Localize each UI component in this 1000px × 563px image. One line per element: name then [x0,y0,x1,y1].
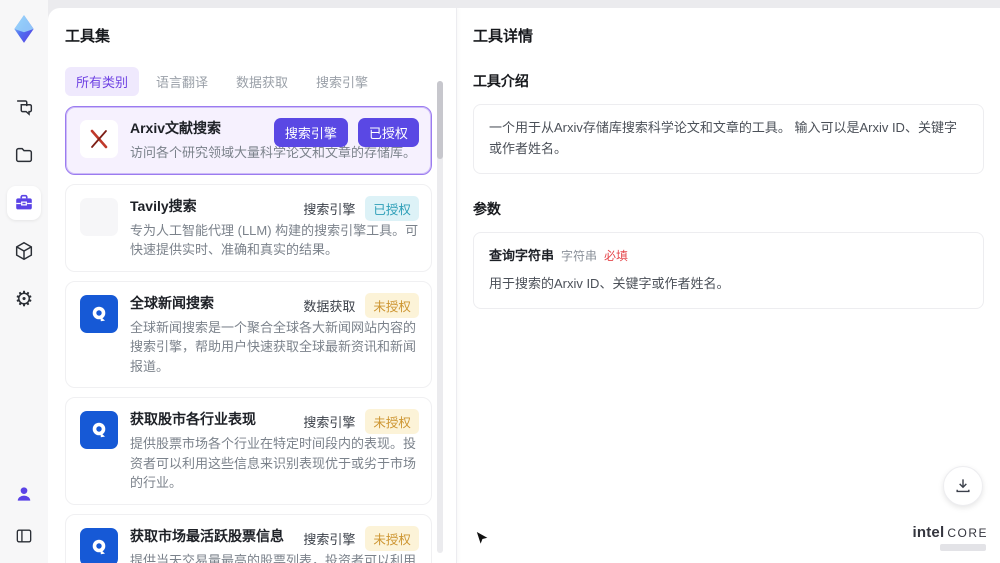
page-title: 工具集 [65,28,111,45]
nav-settings-icon[interactable]: ⚙ [7,282,41,316]
tool-description: 提供当天交易量最高的股票列表，投资者可以利用这些信息来识别流动性强的股票和潜在的… [130,552,417,563]
profile-avatar-icon[interactable] [7,477,41,511]
tool-list: Arxiv文献搜索 访问各个研究领域大量科学论文和文章的存储库。 搜索引擎 已授… [65,106,432,563]
tab-3[interactable]: 搜索引擎 [305,67,379,96]
intro-card: 一个用于从Arxiv存储库搜索科学论文和文章的工具。 输入可以是Arxiv ID… [472,104,984,174]
tools-panel: 工具集 所有类别 语言翻译 数据获取 搜索引擎 Arxiv文献搜索 访问各个研究领域大… [48,8,457,563]
category-badge: 数据获取 [303,298,356,314]
app-logo-icon [7,12,41,46]
sidebar-collapse-icon[interactable] [7,519,41,553]
param-name: 查询字符串 [488,247,554,263]
param-type: 字符串 [560,248,597,263]
tab-2[interactable]: 数据获取 [225,67,299,96]
tool-description: 全球新闻搜索是一个聚合全球各大新闻网站内容的搜索引擎，帮助用户快速获取全球最新资… [130,319,417,374]
status-badge: 未授权 [365,525,419,551]
intro-text: 一个用于从Arxiv存储库搜索科学论文和文章的工具。 输入可以是Arxiv ID… [488,120,957,156]
category-badge: 搜索引擎 [273,118,348,147]
newsq-icon [80,527,118,563]
tool-list-item[interactable]: 全球新闻搜索 全球新闻搜索是一个聚合全球各大新闻网站内容的搜索引擎，帮助用户快速… [65,280,432,388]
tab-0[interactable]: 所有类别 [65,67,140,96]
newsq-icon [80,411,118,449]
tool-list-item[interactable]: Tavily搜索 专为人工智能代理 (LLM) 构建的搜索引擎工具。可快速提供实… [65,183,432,272]
sidebar-bottom [7,477,41,553]
tool-description: 专为人工智能代理 (LLM) 构建的搜索引擎工具。可快速提供实时、准确和真实的结… [130,222,419,258]
intel-core-logo: intel CORE [912,524,988,541]
category-badge: 搜索引擎 [303,201,356,217]
intro-heading: 工具介绍 [472,73,529,89]
details-title: 工具详情 [472,28,533,45]
tool-description: 提供股票市场各个行业在特定时间段内的表现。投资者可以利用这些信息来识别表现优于或… [130,436,417,490]
tool-list-item[interactable]: 获取股市各行业表现 提供股票市场各个行业在特定时间段内的表现。投资者可以利用这些… [65,397,432,505]
param-header: 查询字符串 字符串 必填 [489,246,968,267]
brand-subtext [940,544,986,551]
sidebar-nav: ⚙ [7,90,41,316]
status-badge: 已授权 [357,118,419,147]
arxiv-icon [80,120,118,158]
category-tabs: 所有类别 语言翻译 数据获取 搜索引擎 [65,67,432,96]
status-badge: 未授权 [365,409,419,434]
category-badge: 搜索引擎 [303,415,356,430]
intel-wordmark: intel [912,524,945,541]
download-button[interactable] [943,466,983,506]
main-content: 工具集 所有类别 语言翻译 数据获取 搜索引擎 Arxiv文献搜索 访问各个研究领域大… [48,8,1000,563]
param-card: 查询字符串 字符串 必填 用于搜索的Arxiv ID、关键字或作者姓名。 [472,231,984,310]
status-badge: 未授权 [365,292,419,318]
param-required-badge: 必填 [603,248,628,263]
nav-toolbox-icon[interactable] [7,186,41,220]
mouse-cursor [475,530,490,547]
params-heading: 参数 [472,200,501,217]
nav-cube-icon[interactable] [7,234,41,268]
nav-folder-icon[interactable] [7,138,41,172]
download-icon [956,479,970,493]
core-wordmark: CORE [947,526,988,540]
app-window: ⚙ 工具集 所有类别 语言翻译 数据获取 搜索引擎 Arxiv文献搜索 访问各个… [0,0,1000,563]
scrollbar-thumb[interactable] [436,81,443,159]
newsq-icon [80,294,118,333]
nav-chat-icon[interactable] [7,90,41,124]
param-description: 用于搜索的Arxiv ID、关键字或作者姓名。 [488,276,730,292]
category-badge: 搜索引擎 [303,531,356,547]
tool-list-item[interactable]: Arxiv文献搜索 访问各个研究领域大量科学论文和文章的存储库。 搜索引擎 已授… [65,106,432,175]
scrollbar[interactable] [436,81,443,553]
tool-details-panel: 工具详情 工具介绍 一个用于从Arxiv存储库搜索科学论文和文章的工具。 输入可… [457,8,1000,563]
status-badge: 已授权 [365,195,419,221]
sidebar: ⚙ [0,0,48,563]
tavily-icon [80,197,118,236]
tool-list-item[interactable]: 获取市场最活跃股票信息 提供当天交易量最高的股票列表，投资者可以利用这些信息来识… [65,513,432,563]
tab-1[interactable]: 语言翻译 [145,67,219,96]
